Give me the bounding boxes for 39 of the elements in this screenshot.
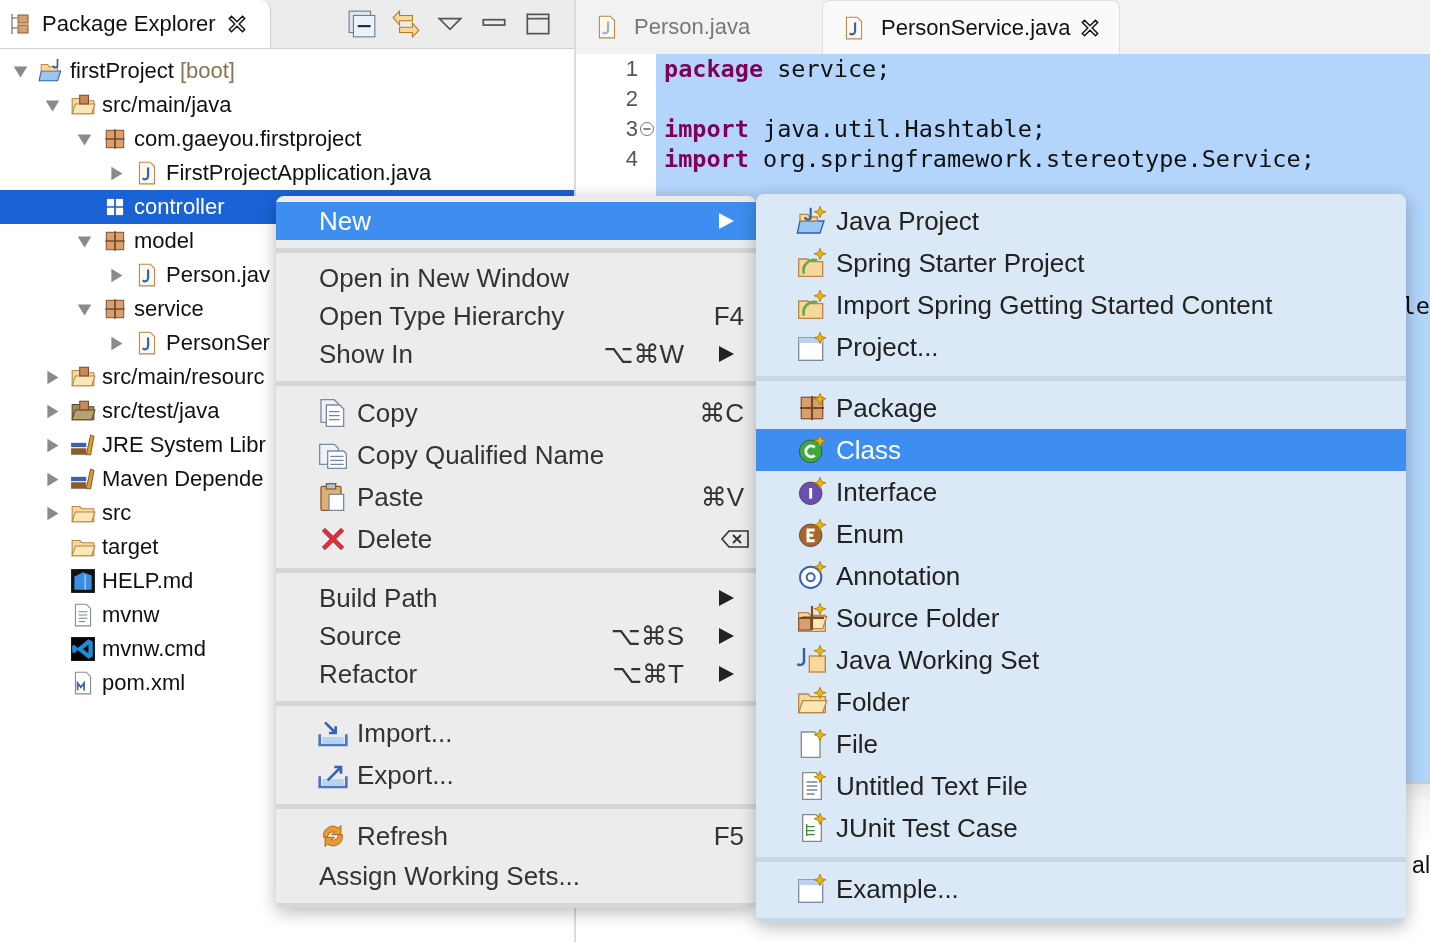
shortcut: ⌥⌘S [610,620,685,652]
tree-label: pom.xml [102,670,186,696]
tree-label: JRE System Libr [102,432,266,458]
tree-label: mvnw.cmd [102,636,206,662]
tree-label: src/main/resourc [102,364,265,390]
tab-title: PersonService.java [881,14,1071,41]
tree-label: PersonSer [166,330,270,356]
view-title: Package Explorer [42,11,216,37]
shortcut: F5 [713,820,745,852]
tree-label: Maven Depende [102,466,264,492]
panel-text: al [1412,852,1430,879]
tree-decoration: [boot] [179,58,235,84]
tree-label: FirstProjectApplication.java [166,160,432,186]
shortcut: ⌥⌘W [603,338,685,370]
tree-label: firstProject [70,58,174,84]
shortcut: ⌘V [700,481,745,513]
line-number: 1 [624,56,638,82]
tree-label: HELP.md [102,568,194,594]
line-number: 3 [624,116,638,142]
tree-label: src/main/java [102,92,232,118]
tree-label: model [134,228,194,254]
shortcut: ⌥⌘T [612,658,685,690]
tree-label: com.gaeyou.firstproject [134,126,362,152]
code-text: import java.util.Hashtable; [663,115,1046,143]
tree-label: mvnw [102,602,160,628]
code-text: import org.springframework.stereotype.Service; [663,145,1315,173]
code-text: le [1401,292,1430,320]
tree-label: src/test/java [102,398,220,424]
shortcut: ⌘C [699,397,745,429]
tree-label: src [102,500,132,526]
shortcut: F4 [713,300,745,332]
tree-label: service [134,296,204,322]
line-number: 2 [624,86,638,112]
tab-title: Person.java [634,14,751,40]
tree-label: controller [134,194,225,220]
code-text: package service; [663,55,891,83]
tree-label: target [102,534,159,560]
tree-label: Person.jav [166,262,270,288]
line-number: 4 [624,146,638,172]
